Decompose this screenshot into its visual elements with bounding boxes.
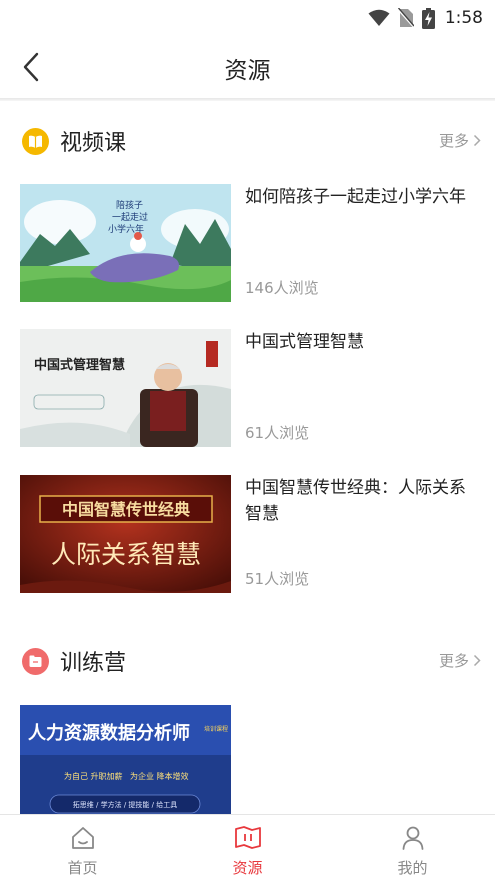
tab-resources[interactable]: 资源 bbox=[165, 815, 330, 882]
section-header-camp: 训练营 更多 bbox=[0, 641, 495, 681]
content-scroll[interactable]: 视频课 更多 陪孩子 一起走过 小学六年 如何陪孩子一起走过小学六年 146人浏… bbox=[0, 101, 495, 814]
camp-thumb-text-c: 拓思维 / 学方法 / 提技能 / 给工具 bbox=[73, 800, 177, 809]
more-label: 更多 bbox=[438, 132, 469, 150]
section-title-camp: 训练营 bbox=[60, 651, 127, 676]
video-thumbnail-1: 陪孩子 一起走过 小学六年 bbox=[20, 184, 231, 302]
resource-book-icon bbox=[234, 826, 261, 849]
more-link-video[interactable]: 更多 bbox=[439, 130, 481, 151]
battery-charging-icon bbox=[421, 7, 435, 29]
status-icons: 1:58 bbox=[368, 6, 483, 30]
tab-home[interactable]: 首页 bbox=[0, 815, 165, 882]
app-header: 资源 bbox=[0, 36, 495, 98]
user-icon bbox=[402, 826, 423, 850]
section-title-video: 视频课 bbox=[60, 131, 127, 156]
video-card-2[interactable]: 中国式管理智慧 中国式管理智慧 61人浏览 bbox=[20, 329, 480, 447]
tab-mine[interactable]: 我的 bbox=[330, 815, 495, 882]
folder-icon bbox=[22, 648, 49, 675]
thumb-text-1a: 陪孩子 bbox=[116, 199, 143, 211]
camp-thumb-text-a: 为自己 升职加薪 bbox=[64, 771, 123, 781]
video-thumbnail-3: 中国智慧传世经典 人际关系智慧 bbox=[20, 475, 231, 593]
video-title-2: 中国式管理智慧 bbox=[245, 332, 364, 352]
thumb-text-3a: 中国智慧传世经典 bbox=[62, 500, 190, 519]
chevron-right-icon bbox=[473, 654, 481, 667]
thumb-text-1c: 小学六年 bbox=[108, 223, 144, 235]
camp-thumbnail-1: 人力资源数据分析师 培训课程 为自己 升职加薪 为企业 降本增效 拓思维 / 学… bbox=[20, 705, 231, 814]
camp-thumb-title: 人力资源数据分析师 bbox=[28, 722, 190, 744]
camp-card-1[interactable]: 人力资源数据分析师 培训课程 为自己 升职加薪 为企业 降本增效 拓思维 / 学… bbox=[20, 705, 480, 814]
thumb-text-2: 中国式管理智慧 bbox=[34, 357, 125, 373]
tab-home-label: 首页 bbox=[67, 859, 98, 877]
thumb-text-1b: 一起走过 bbox=[112, 211, 148, 223]
tab-mine-label: 我的 bbox=[397, 859, 428, 877]
video-title-3: 中国智慧传世经典：人际关系智慧 bbox=[245, 478, 466, 524]
status-time: 1:58 bbox=[444, 8, 483, 28]
video-title-1: 如何陪孩子一起走过小学六年 bbox=[245, 187, 466, 207]
wifi-icon bbox=[368, 9, 390, 26]
thumb-text-3b: 人际关系智慧 bbox=[51, 540, 201, 569]
video-card-1[interactable]: 陪孩子 一起走过 小学六年 如何陪孩子一起走过小学六年 146人浏览 bbox=[20, 184, 480, 302]
video-views-1: 146人浏览 bbox=[245, 279, 319, 297]
tab-resources-label: 资源 bbox=[232, 859, 263, 877]
status-bar: 1:58 bbox=[0, 0, 495, 36]
video-card-3[interactable]: 中国智慧传世经典 人际关系智慧 中国智慧传世经典：人际关系智慧 51人浏览 bbox=[20, 475, 480, 593]
video-thumbnail-2: 中国式管理智慧 bbox=[20, 329, 231, 447]
bottom-tab-bar: 首页 资源 我的 bbox=[0, 814, 495, 882]
page-title: 资源 bbox=[224, 58, 271, 84]
video-views-2: 61人浏览 bbox=[245, 424, 310, 442]
video-views-3: 51人浏览 bbox=[245, 570, 310, 588]
chevron-right-icon bbox=[473, 134, 481, 147]
section-header-video: 视频课 更多 bbox=[0, 121, 495, 161]
camp-thumb-badge: 培训课程 bbox=[204, 725, 228, 733]
more-label: 更多 bbox=[438, 652, 469, 670]
home-icon bbox=[71, 827, 94, 849]
no-sim-icon bbox=[397, 8, 414, 28]
book-icon bbox=[22, 128, 49, 155]
camp-thumb-text-b: 为企业 降本增效 bbox=[130, 771, 189, 781]
more-link-camp[interactable]: 更多 bbox=[439, 650, 481, 671]
